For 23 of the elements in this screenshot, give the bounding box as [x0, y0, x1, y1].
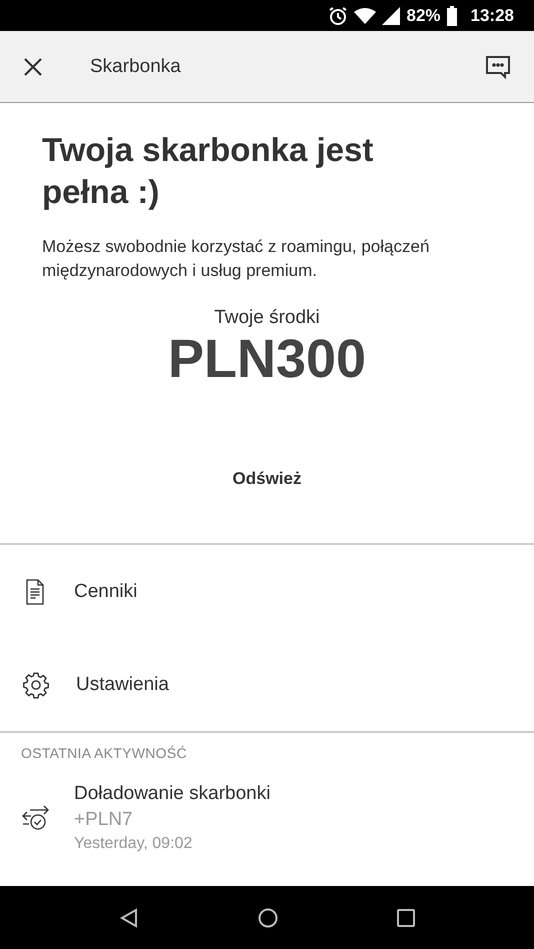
balance-label: Twoje środki	[214, 307, 320, 329]
home-icon[interactable]	[258, 908, 278, 928]
activity-time: Yesterday, 09:02	[74, 834, 194, 854]
menu-item[interactable]: Ustawienia	[0, 638, 534, 731]
description-text: Możesz swobodnie korzystać z roamingu, połączeń międzynarodowych i usług premium.	[42, 236, 430, 282]
activity-amount: +PLN7	[74, 808, 134, 832]
signal-icon	[382, 6, 400, 24]
alarm-icon	[328, 6, 348, 26]
page-heading: Twoja skarbonka jest pełna :)	[42, 130, 374, 212]
clock-time: 13:28	[470, 6, 514, 26]
refresh-button[interactable]: Odśwież	[224, 465, 310, 493]
back-icon[interactable]	[119, 908, 140, 928]
transfer-check-icon	[22, 805, 50, 831]
activity-title: Doładowanie skarbonki	[74, 782, 270, 806]
battery-percentage: 82%	[406, 6, 441, 26]
wifi-icon	[354, 6, 376, 24]
menu-item[interactable]: Cenniki	[0, 545, 534, 638]
recents-icon[interactable]	[396, 908, 415, 926]
screen-title: Skarbonka	[90, 56, 182, 78]
section-header: OSTATNIA AKTYWNOŚĆ	[20, 744, 188, 761]
settings-icon	[22, 670, 50, 698]
balance-amount: PLN300	[168, 329, 366, 389]
battery-icon	[446, 6, 457, 26]
